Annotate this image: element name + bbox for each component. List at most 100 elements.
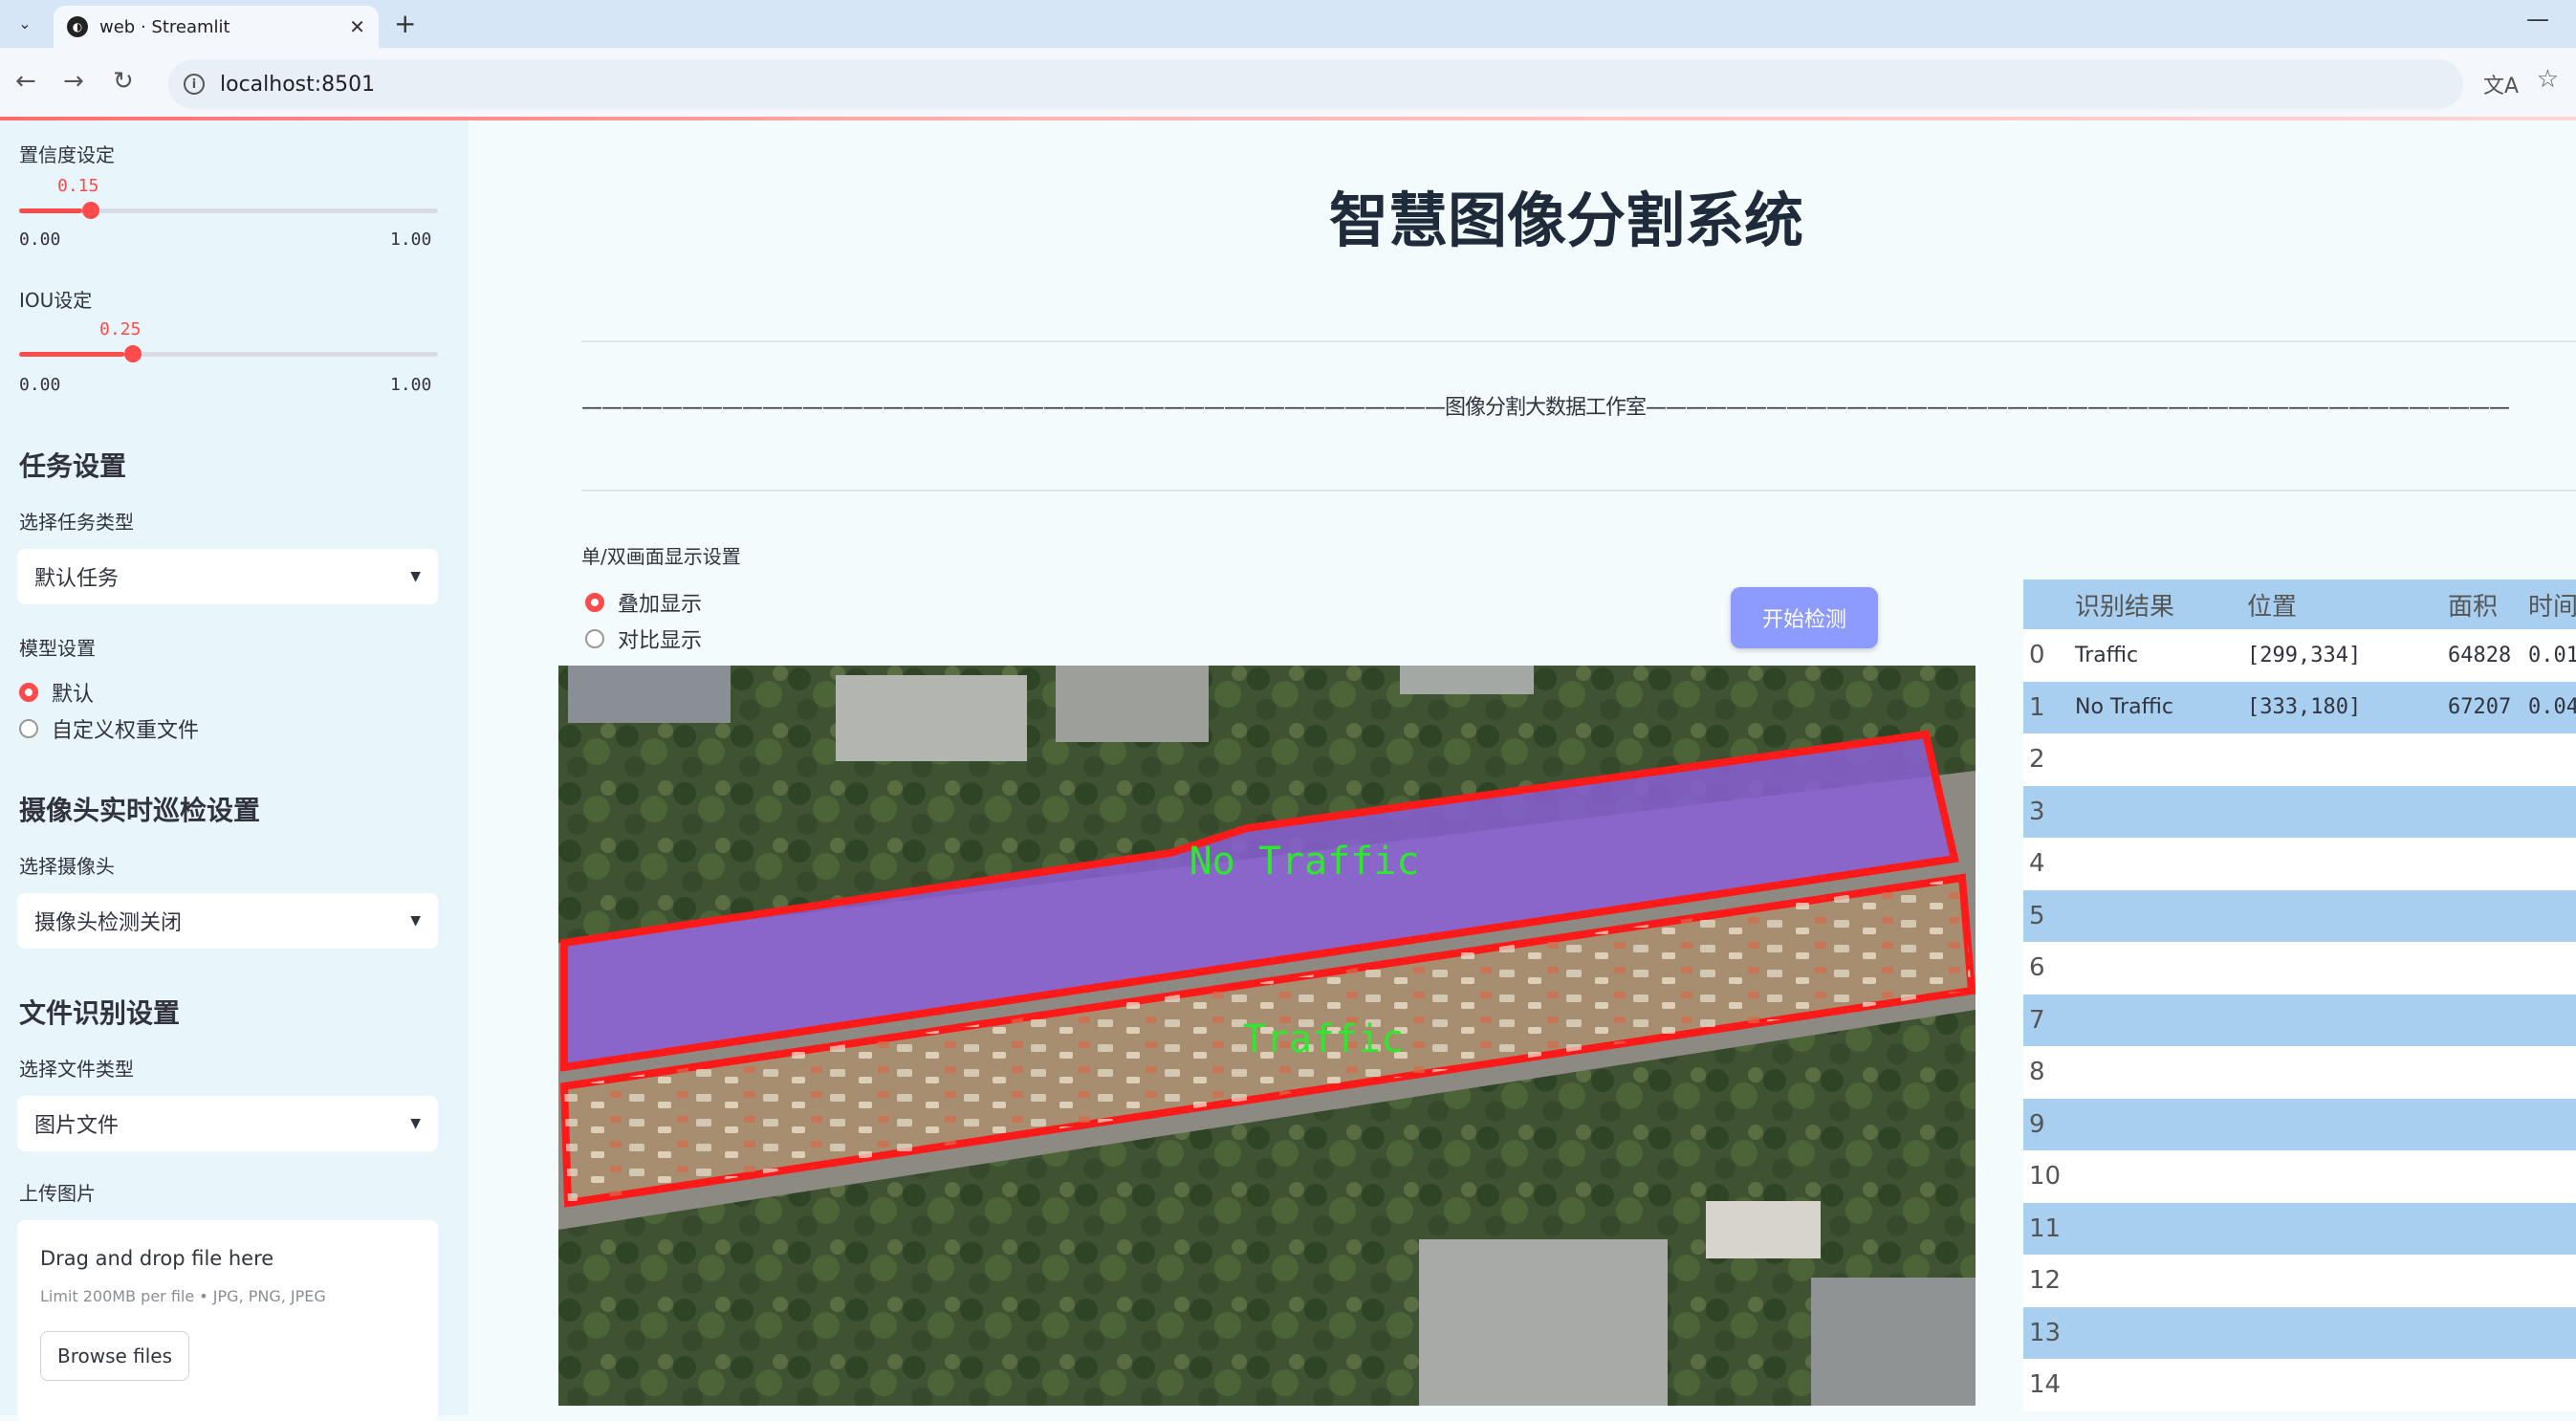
- row-index: 12: [2029, 1266, 2062, 1296]
- table-row[interactable]: 0 Traffic [299,334] 64828 0.01: [2023, 629, 2576, 682]
- confidence-slider-thumb[interactable]: [82, 202, 99, 219]
- url-text: localhost:8501: [220, 72, 376, 97]
- table-row[interactable]: 2: [2023, 733, 2576, 786]
- confidence-max: 1.00: [390, 230, 432, 250]
- iou-slider-thumb[interactable]: [124, 345, 142, 362]
- row-index: 9: [2029, 1109, 2045, 1139]
- task-type-label: 选择任务类型: [19, 511, 134, 534]
- table-row[interactable]: 12: [2023, 1255, 2576, 1307]
- divider: [581, 490, 2576, 492]
- aerial-highway-image: No Traffic Traffic: [558, 666, 1976, 1406]
- new-tab-button[interactable]: +: [394, 8, 416, 39]
- camera-select-label: 选择摄像头: [19, 855, 115, 878]
- table-row[interactable]: 7: [2023, 994, 2576, 1046]
- display-mode-label: 单/双画面显示设置: [581, 545, 741, 568]
- reload-icon[interactable]: ↻: [113, 67, 134, 96]
- file-type-select[interactable]: 图片文件 ▼: [17, 1096, 438, 1151]
- mode-radio-overlay[interactable]: 叠加显示: [585, 587, 702, 618]
- row-index: 0: [2029, 641, 2045, 670]
- table-row[interactable]: 13: [2023, 1306, 2576, 1359]
- task-type-select[interactable]: 默认任务 ▼: [17, 549, 438, 604]
- row-index: 1: [2029, 692, 2045, 722]
- row-index: 6: [2029, 953, 2045, 983]
- studio-subtitle: ————————————————————————————————————————…: [581, 396, 2510, 420]
- info-icon[interactable]: i: [184, 74, 205, 95]
- camera-select-value: 摄像头检测关闭: [34, 911, 183, 935]
- table-row[interactable]: 11: [2023, 1202, 2576, 1255]
- row-index: 2: [2029, 745, 2045, 775]
- table-header-row: 识别结果 位置 面积 时间: [2023, 579, 2576, 629]
- results-table[interactable]: 识别结果 位置 面积 时间 0 Traffic [299,334] 64828 0.01…: [2023, 579, 2576, 1411]
- row-index: 3: [2029, 797, 2045, 826]
- row-index: 14: [2029, 1370, 2062, 1400]
- radio-unselected-icon: [19, 719, 38, 738]
- radio-selected-icon: [585, 593, 604, 612]
- translate-icon[interactable]: 文A: [2483, 69, 2519, 99]
- row-time: 0.04: [2528, 695, 2576, 720]
- row-index: 5: [2029, 901, 2045, 930]
- camera-select[interactable]: 摄像头检测关闭 ▼: [17, 893, 438, 949]
- column-header-time[interactable]: 时间: [2528, 587, 2576, 623]
- dropzone-title: Drag and drop file here: [40, 1247, 274, 1270]
- minimize-button[interactable]: —: [2526, 6, 2549, 33]
- file-dropzone[interactable]: Drag and drop file here Limit 200MB per …: [17, 1220, 438, 1421]
- file-settings-header: 文件识别设置: [19, 997, 181, 1029]
- no-traffic-overlay-label: No Traffic: [1190, 840, 1420, 884]
- upload-label: 上传图片: [19, 1182, 96, 1205]
- forward-arrow-icon[interactable]: →: [63, 67, 84, 96]
- close-icon[interactable]: ✕: [349, 15, 365, 38]
- radio-selected-icon: [19, 683, 38, 702]
- row-result: Traffic: [2075, 643, 2139, 667]
- model-radio-default[interactable]: 默认: [19, 677, 94, 708]
- iou-slider-fill: [19, 352, 124, 357]
- confidence-slider[interactable]: [19, 202, 438, 219]
- table-row[interactable]: 9: [2023, 1098, 2576, 1150]
- model-settings-label: 模型设置: [19, 637, 96, 660]
- mode-radio-compare[interactable]: 对比显示: [585, 623, 702, 654]
- building: [568, 666, 731, 723]
- table-row[interactable]: 10: [2023, 1150, 2576, 1203]
- row-index: 4: [2029, 849, 2045, 879]
- camera-settings-header: 摄像头实时巡检设置: [19, 795, 261, 826]
- chevron-down-icon: ▼: [410, 913, 421, 929]
- table-row[interactable]: 1 No Traffic [333,180] 67207 0.04: [2023, 681, 2576, 733]
- back-arrow-icon[interactable]: ←: [15, 67, 36, 96]
- iou-value: 0.25: [99, 319, 142, 339]
- row-index: 11: [2029, 1213, 2062, 1243]
- table-row[interactable]: 14: [2023, 1359, 2576, 1411]
- table-row[interactable]: 8: [2023, 1046, 2576, 1099]
- row-result: No Traffic: [2075, 695, 2174, 720]
- table-row[interactable]: 4: [2023, 838, 2576, 890]
- tab-title: web · Streamlit: [99, 16, 230, 37]
- streamlit-favicon-icon: ◐: [67, 16, 88, 37]
- row-position: [333,180]: [2247, 695, 2362, 720]
- iou-slider[interactable]: [19, 345, 438, 362]
- building: [1400, 666, 1534, 694]
- chevron-down-icon[interactable]: ⌄: [10, 8, 40, 38]
- chevron-down-icon: ▼: [410, 1116, 421, 1131]
- mode-radio-compare-label: 对比显示: [618, 629, 703, 653]
- model-radio-default-label: 默认: [52, 683, 95, 707]
- table-row[interactable]: 6: [2023, 942, 2576, 995]
- row-time: 0.01: [2528, 643, 2576, 667]
- column-header-area[interactable]: 面积: [2448, 587, 2498, 623]
- table-row[interactable]: 5: [2023, 889, 2576, 942]
- start-detection-button[interactable]: 开始检测: [1731, 587, 1878, 648]
- building: [1419, 1239, 1668, 1406]
- building: [836, 675, 1027, 761]
- table-row[interactable]: 3: [2023, 785, 2576, 838]
- iou-min: 0.00: [19, 375, 61, 395]
- browse-files-button[interactable]: Browse files: [40, 1331, 189, 1381]
- task-settings-header: 任务设置: [19, 450, 127, 482]
- dropzone-hint: Limit 200MB per file • JPG, PNG, JPEG: [40, 1287, 326, 1305]
- browser-tab-bar: ⌄ ◐ web · Streamlit ✕ + —: [0, 0, 2576, 48]
- browser-tab[interactable]: ◐ web · Streamlit ✕: [54, 6, 379, 48]
- model-radio-custom[interactable]: 自定义权重文件: [19, 713, 199, 744]
- url-field[interactable]: i localhost:8501: [168, 59, 2463, 109]
- row-position: [299,334]: [2247, 643, 2362, 667]
- confidence-slider-fill: [19, 208, 82, 213]
- column-header-position[interactable]: 位置: [2247, 587, 2297, 623]
- confidence-value: 0.15: [57, 176, 99, 196]
- column-header-result[interactable]: 识别结果: [2075, 587, 2174, 623]
- bookmark-star-icon[interactable]: ☆: [2537, 65, 2559, 94]
